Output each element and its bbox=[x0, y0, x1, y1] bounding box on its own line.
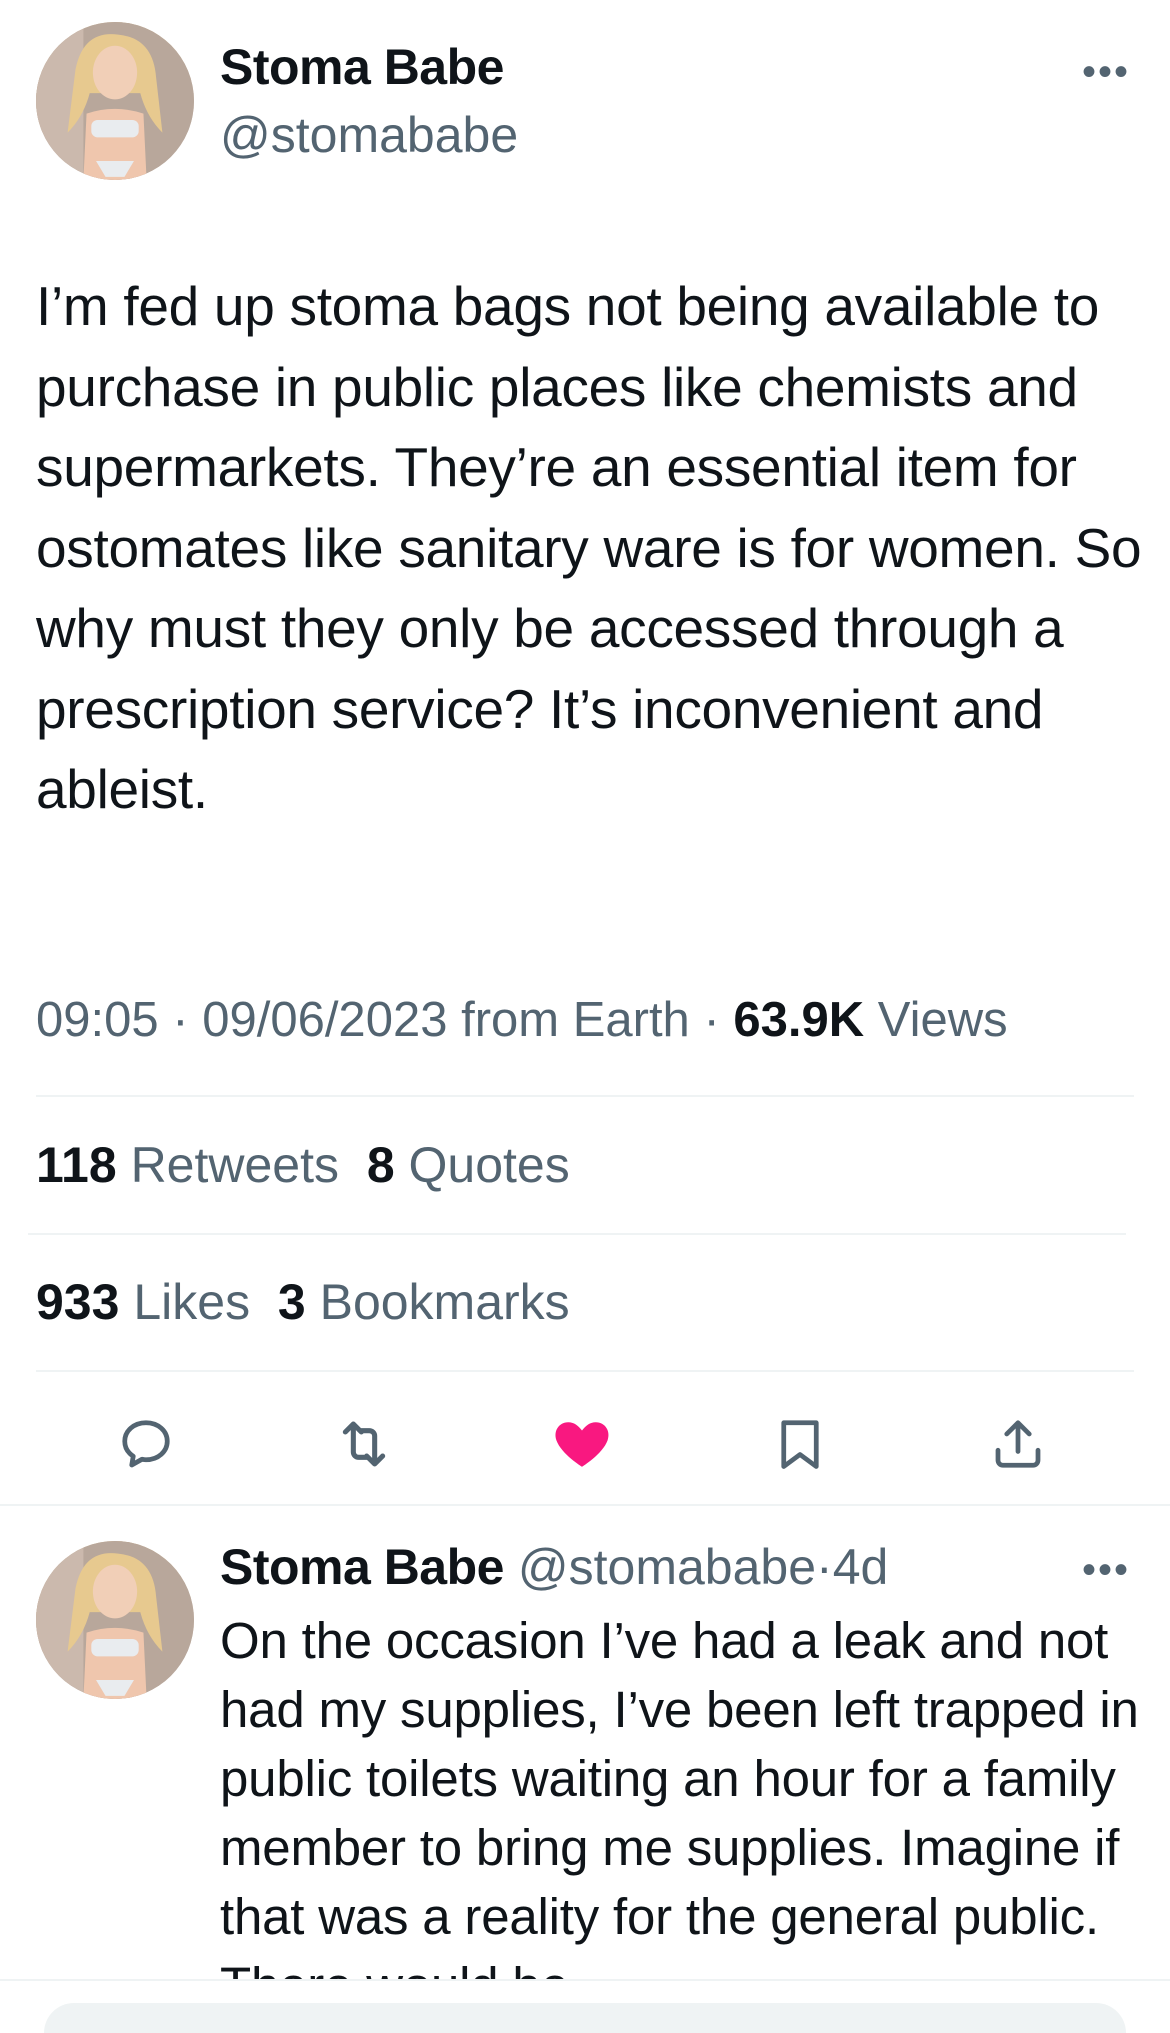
profile-photo bbox=[36, 1541, 194, 1699]
tweet-source: from Earth bbox=[461, 993, 690, 1047]
quotes-count: 8 bbox=[366, 1137, 395, 1193]
bookmark-icon bbox=[781, 1420, 819, 1469]
likes-count: 933 bbox=[36, 1274, 120, 1330]
tweet-text: I’m fed up stoma bags not being availabl… bbox=[36, 275, 1142, 820]
user-handle[interactable]: @stomababe bbox=[220, 106, 518, 164]
quotes-label: Quotes bbox=[408, 1137, 570, 1193]
like-bookmark-stats: 933 Likes 3 Bookmarks bbox=[36, 1273, 570, 1331]
tweet-date[interactable]: 09/06/2023 bbox=[202, 993, 447, 1047]
divider bbox=[28, 1233, 1126, 1235]
share-button[interactable] bbox=[978, 1404, 1058, 1484]
retweets-label: Retweets bbox=[130, 1137, 340, 1193]
reply-button[interactable] bbox=[106, 1404, 186, 1484]
divider bbox=[0, 1504, 1170, 1506]
tweet-time[interactable]: 09:05 bbox=[36, 993, 159, 1047]
reply-header: Stoma Babe @stomababe·4d bbox=[220, 1538, 888, 1596]
retweet-button[interactable] bbox=[324, 1404, 404, 1484]
bookmarks-label: Bookmarks bbox=[319, 1274, 570, 1330]
retweets-count: 118 bbox=[36, 1137, 117, 1193]
heart-filled-icon bbox=[555, 1422, 609, 1467]
reply-icon bbox=[122, 1420, 170, 1468]
separator: · bbox=[703, 993, 720, 1047]
divider bbox=[36, 1095, 1134, 1097]
reply-avatar[interactable] bbox=[36, 1541, 194, 1699]
separator: · bbox=[172, 993, 189, 1047]
profile-photo bbox=[36, 22, 194, 180]
reply-text: On the occasion I’ve had a leak and not … bbox=[220, 1612, 1139, 1979]
likes-stat[interactable]: 933 Likes bbox=[36, 1274, 250, 1330]
reply-age[interactable]: 4d bbox=[833, 1539, 889, 1595]
quotes-stat[interactable]: 8 Quotes bbox=[367, 1137, 570, 1193]
retweets-stat[interactable]: 118 Retweets bbox=[36, 1137, 339, 1193]
compose-bar[interactable] bbox=[44, 2003, 1126, 2033]
reply-display-name[interactable]: Stoma Babe bbox=[220, 1539, 504, 1595]
views-label: Views bbox=[877, 993, 1008, 1047]
reply-text-clip: On the occasion I’ve had a leak and not … bbox=[220, 1606, 1140, 1979]
bookmarks-count: 3 bbox=[277, 1274, 306, 1330]
avatar[interactable] bbox=[36, 22, 194, 180]
likes-label: Likes bbox=[133, 1274, 251, 1330]
reply-more-options-icon[interactable]: ••• bbox=[1082, 1550, 1130, 1590]
bookmarks-stat[interactable]: 3 Bookmarks bbox=[278, 1274, 570, 1330]
separator: · bbox=[816, 1539, 833, 1595]
retweet-quote-stats: 118 Retweets 8 Quotes bbox=[36, 1136, 570, 1194]
retweet-icon bbox=[342, 1421, 386, 1467]
reply-handle[interactable]: @stomababe bbox=[518, 1539, 816, 1595]
more-options-icon[interactable]: ••• bbox=[1082, 52, 1130, 92]
like-button[interactable] bbox=[542, 1402, 622, 1482]
share-icon bbox=[995, 1420, 1041, 1468]
bookmark-button[interactable] bbox=[760, 1404, 840, 1484]
views-count: 63.9K bbox=[733, 993, 865, 1047]
tweet-meta: 09:05 · 09/06/2023 from Earth · 63.9K Vi… bbox=[36, 992, 1008, 1048]
divider bbox=[0, 1979, 1170, 1981]
divider bbox=[36, 1370, 1134, 1372]
display-name[interactable]: Stoma Babe bbox=[220, 38, 504, 96]
